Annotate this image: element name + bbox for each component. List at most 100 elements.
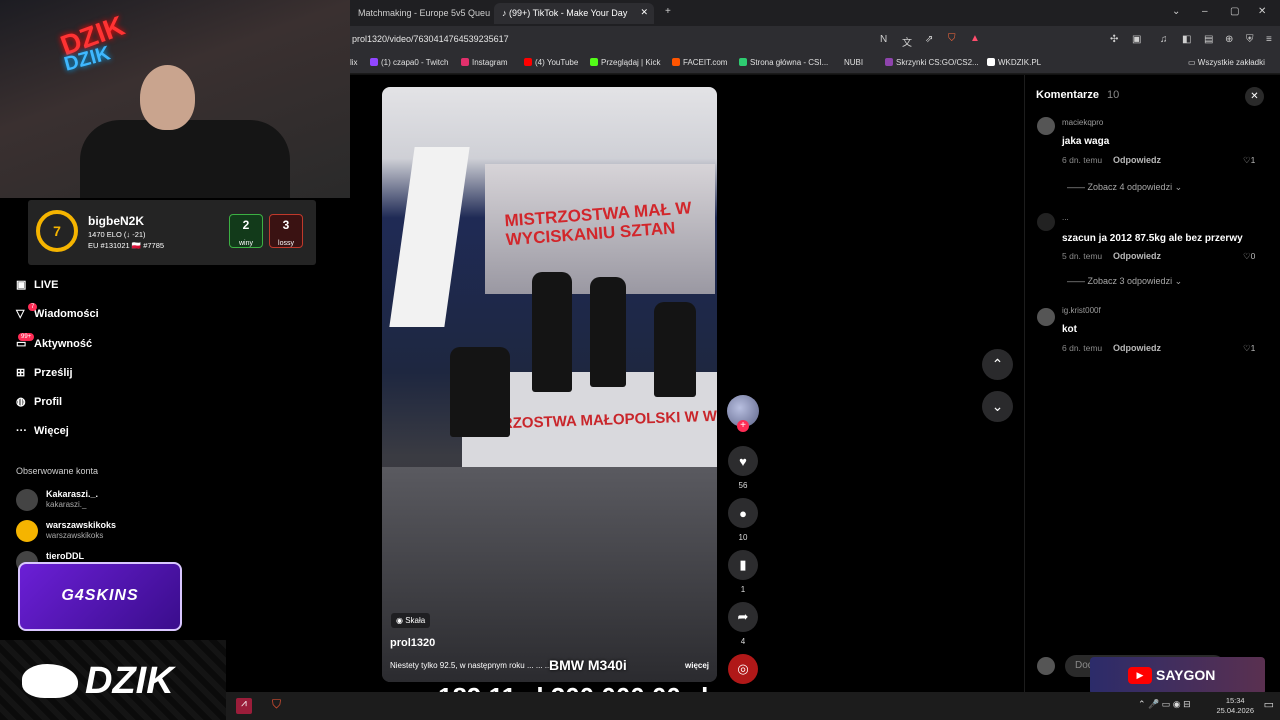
video-player[interactable]: MISTRZOSTWA MAŁ W WYCISKANIU SZTAN MISTR…	[382, 87, 717, 682]
screenshot-icon[interactable]: ▣	[1132, 34, 1141, 45]
translate-icon[interactable]: 文	[902, 34, 912, 49]
comment-user[interactable]: ig.krist000f	[1062, 306, 1101, 315]
app-icon[interactable]: ⩘	[236, 698, 252, 714]
close-window-icon[interactable]: ✕	[1258, 6, 1266, 17]
floor	[382, 467, 717, 682]
sound-disc[interactable]: ◎	[728, 654, 758, 684]
bookmarks-bar: lix (1) czapa0 - Twitch Instagram (4) Yo…	[350, 54, 1280, 74]
bookmark-label: Wszystkie zakładki	[1197, 58, 1265, 67]
commenter-avatar[interactable]	[1037, 213, 1055, 231]
url-input[interactable]: prol1320/video/7630414764539235617	[352, 34, 509, 44]
notifications-icon[interactable]: ▭	[1264, 698, 1274, 711]
next-video-button[interactable]: ⌄	[982, 391, 1013, 422]
comment-like-count: 1	[1250, 343, 1256, 353]
menu-icon[interactable]: ≡	[1266, 34, 1272, 45]
clock[interactable]: 15:34 25.04.2026	[1216, 696, 1254, 716]
tab-search-icon[interactable]: ⌄	[1172, 6, 1180, 17]
instagram-icon	[461, 58, 469, 66]
view-replies-button[interactable]: —— Zobacz 4 odpowiedzi ⌄	[1067, 182, 1182, 193]
account-name: tieroDDL	[46, 551, 84, 561]
comment-button[interactable]: ●	[728, 498, 758, 528]
brave-taskbar-icon[interactable]: ⛉	[272, 697, 281, 712]
bookmark-youtube[interactable]: (4) YouTube	[524, 58, 578, 67]
heart-outline-icon: ♡	[1243, 155, 1251, 165]
wins-label: winy	[238, 240, 253, 247]
account-handle: kakaraszi._	[46, 500, 87, 509]
previous-video-button[interactable]: ⌃	[982, 349, 1013, 380]
bookmark-label: (1) czapa0 - Twitch	[381, 58, 449, 67]
reply-button[interactable]: Odpowiedz	[1113, 343, 1161, 353]
bookmark-instagram[interactable]: Instagram	[461, 58, 508, 67]
youtube-overlay: ▶ SAYGON	[1090, 657, 1265, 695]
sidebar-item-upload[interactable]: ⊞ Prześlij	[16, 366, 73, 379]
more-link[interactable]: więcej	[685, 661, 709, 670]
comment-time: 6 dn. temu	[1062, 343, 1103, 353]
comment-like-button[interactable]: ♡1	[1243, 343, 1255, 354]
system-tray-icons[interactable]: ⌃ 🎤 ▭ ◉ ⊟	[1138, 699, 1191, 710]
location-tag[interactable]: ◉ Skała	[391, 613, 431, 628]
faceit-nickname: bigbeN2K	[88, 214, 145, 228]
shield-icon[interactable]: ⛨	[1246, 34, 1254, 45]
share-button[interactable]: ➦	[728, 602, 758, 632]
sidebar-item-label: Wiadomości	[34, 308, 99, 320]
webcam-feed: DZIK DZIK	[0, 0, 350, 198]
live-icon: ▣	[16, 279, 27, 291]
music-disc-icon: ◎	[737, 661, 749, 676]
wallet-icon[interactable]: ▤	[1204, 34, 1213, 45]
tab-title: (99+) TikTok - Make Your Day	[509, 8, 628, 18]
close-tab-icon[interactable]: ✕	[640, 7, 648, 18]
maximize-icon[interactable]: ▢	[1230, 6, 1239, 17]
bookmark-label: Instagram	[472, 58, 508, 67]
sidebar-item-profile[interactable]: ◍ Profil	[16, 395, 62, 408]
no-tracking-icon[interactable]: N	[880, 34, 887, 45]
bookmark-wkdzik[interactable]: WKDZIK.PL	[987, 58, 1041, 67]
sidebar-item-label: Profil	[34, 396, 63, 408]
commenter-avatar[interactable]	[1037, 308, 1055, 326]
bookmark-kick[interactable]: Przeglądaj | Kick	[590, 58, 660, 67]
comment-user[interactable]: ...	[1062, 213, 1069, 222]
video-author[interactable]: prol1320	[390, 637, 435, 649]
bookmark-lix[interactable]: lix	[350, 58, 358, 67]
vpn-icon[interactable]: ⊕	[1225, 34, 1233, 45]
view-replies-label: Zobacz 4 odpowiedzi	[1087, 182, 1173, 192]
sidebar-item-more[interactable]: ··· Więcej	[16, 425, 69, 437]
follow-plus-icon[interactable]: +	[737, 420, 749, 432]
tab-bar: Matchmaking - Europe 5v5 Queue - ♪ (99+)…	[350, 0, 1280, 26]
close-comments-button[interactable]: ✕	[1245, 87, 1264, 106]
bookmark-label: Przeglądaj | Kick	[601, 58, 661, 67]
minimize-icon[interactable]: –	[1202, 6, 1208, 17]
chevron-down-icon: ⌄	[1174, 276, 1183, 286]
like-button[interactable]: ♥	[728, 446, 758, 476]
new-tab-icon[interactable]: +	[665, 6, 671, 17]
comment-user[interactable]: maciekqpro	[1062, 118, 1103, 127]
bookmark-csi[interactable]: Strona główna - CSI...	[739, 58, 828, 67]
skrzynki-icon	[885, 58, 893, 66]
view-replies-button[interactable]: —— Zobacz 3 odpowiedzi ⌄	[1067, 276, 1182, 287]
comment-like-button[interactable]: ♡0	[1243, 251, 1255, 262]
comment-like-button[interactable]: ♡1	[1243, 155, 1255, 166]
bookmark-skrzynki[interactable]: Skrzynki CS:GO/CS2...	[885, 58, 979, 67]
tab-tiktok[interactable]: ♪ (99+) TikTok - Make Your Day ✕	[494, 3, 654, 24]
tab-matchmaking[interactable]: Matchmaking - Europe 5v5 Queue -	[350, 3, 490, 24]
reply-button[interactable]: Odpowiedz	[1113, 251, 1161, 261]
brave-shield-icon[interactable]: ⛉	[948, 33, 956, 44]
commenter-avatar[interactable]	[1037, 117, 1055, 135]
media-icon[interactable]: ♫	[1160, 34, 1168, 45]
sidebar-item-label: Więcej	[34, 425, 69, 437]
bookmark-nubi[interactable]: NUBI	[844, 58, 863, 67]
sidebar-icon[interactable]: ◧	[1182, 34, 1191, 45]
save-count: 1	[740, 585, 746, 594]
avatar	[16, 520, 38, 542]
youtube-icon: ▶	[1128, 667, 1152, 684]
extensions-icon[interactable]: ✣	[1110, 34, 1118, 45]
all-bookmarks[interactable]: ▭ Wszystkie zakładki	[1188, 58, 1265, 67]
rewards-icon[interactable]: ▲	[970, 33, 980, 44]
bookmark-faceit[interactable]: FACEIT.com	[672, 58, 727, 67]
bookmark-twitch[interactable]: (1) czapa0 - Twitch	[370, 58, 448, 67]
video-overlay-text: BMW M340i	[549, 657, 627, 673]
save-button[interactable]: ▮	[728, 550, 758, 580]
faceit-level-badge: 7	[36, 210, 78, 252]
share-icon[interactable]: ⇗	[925, 34, 933, 45]
sidebar-item-live[interactable]: ▣ LIVE	[16, 278, 58, 291]
reply-button[interactable]: Odpowiedz	[1113, 155, 1161, 165]
